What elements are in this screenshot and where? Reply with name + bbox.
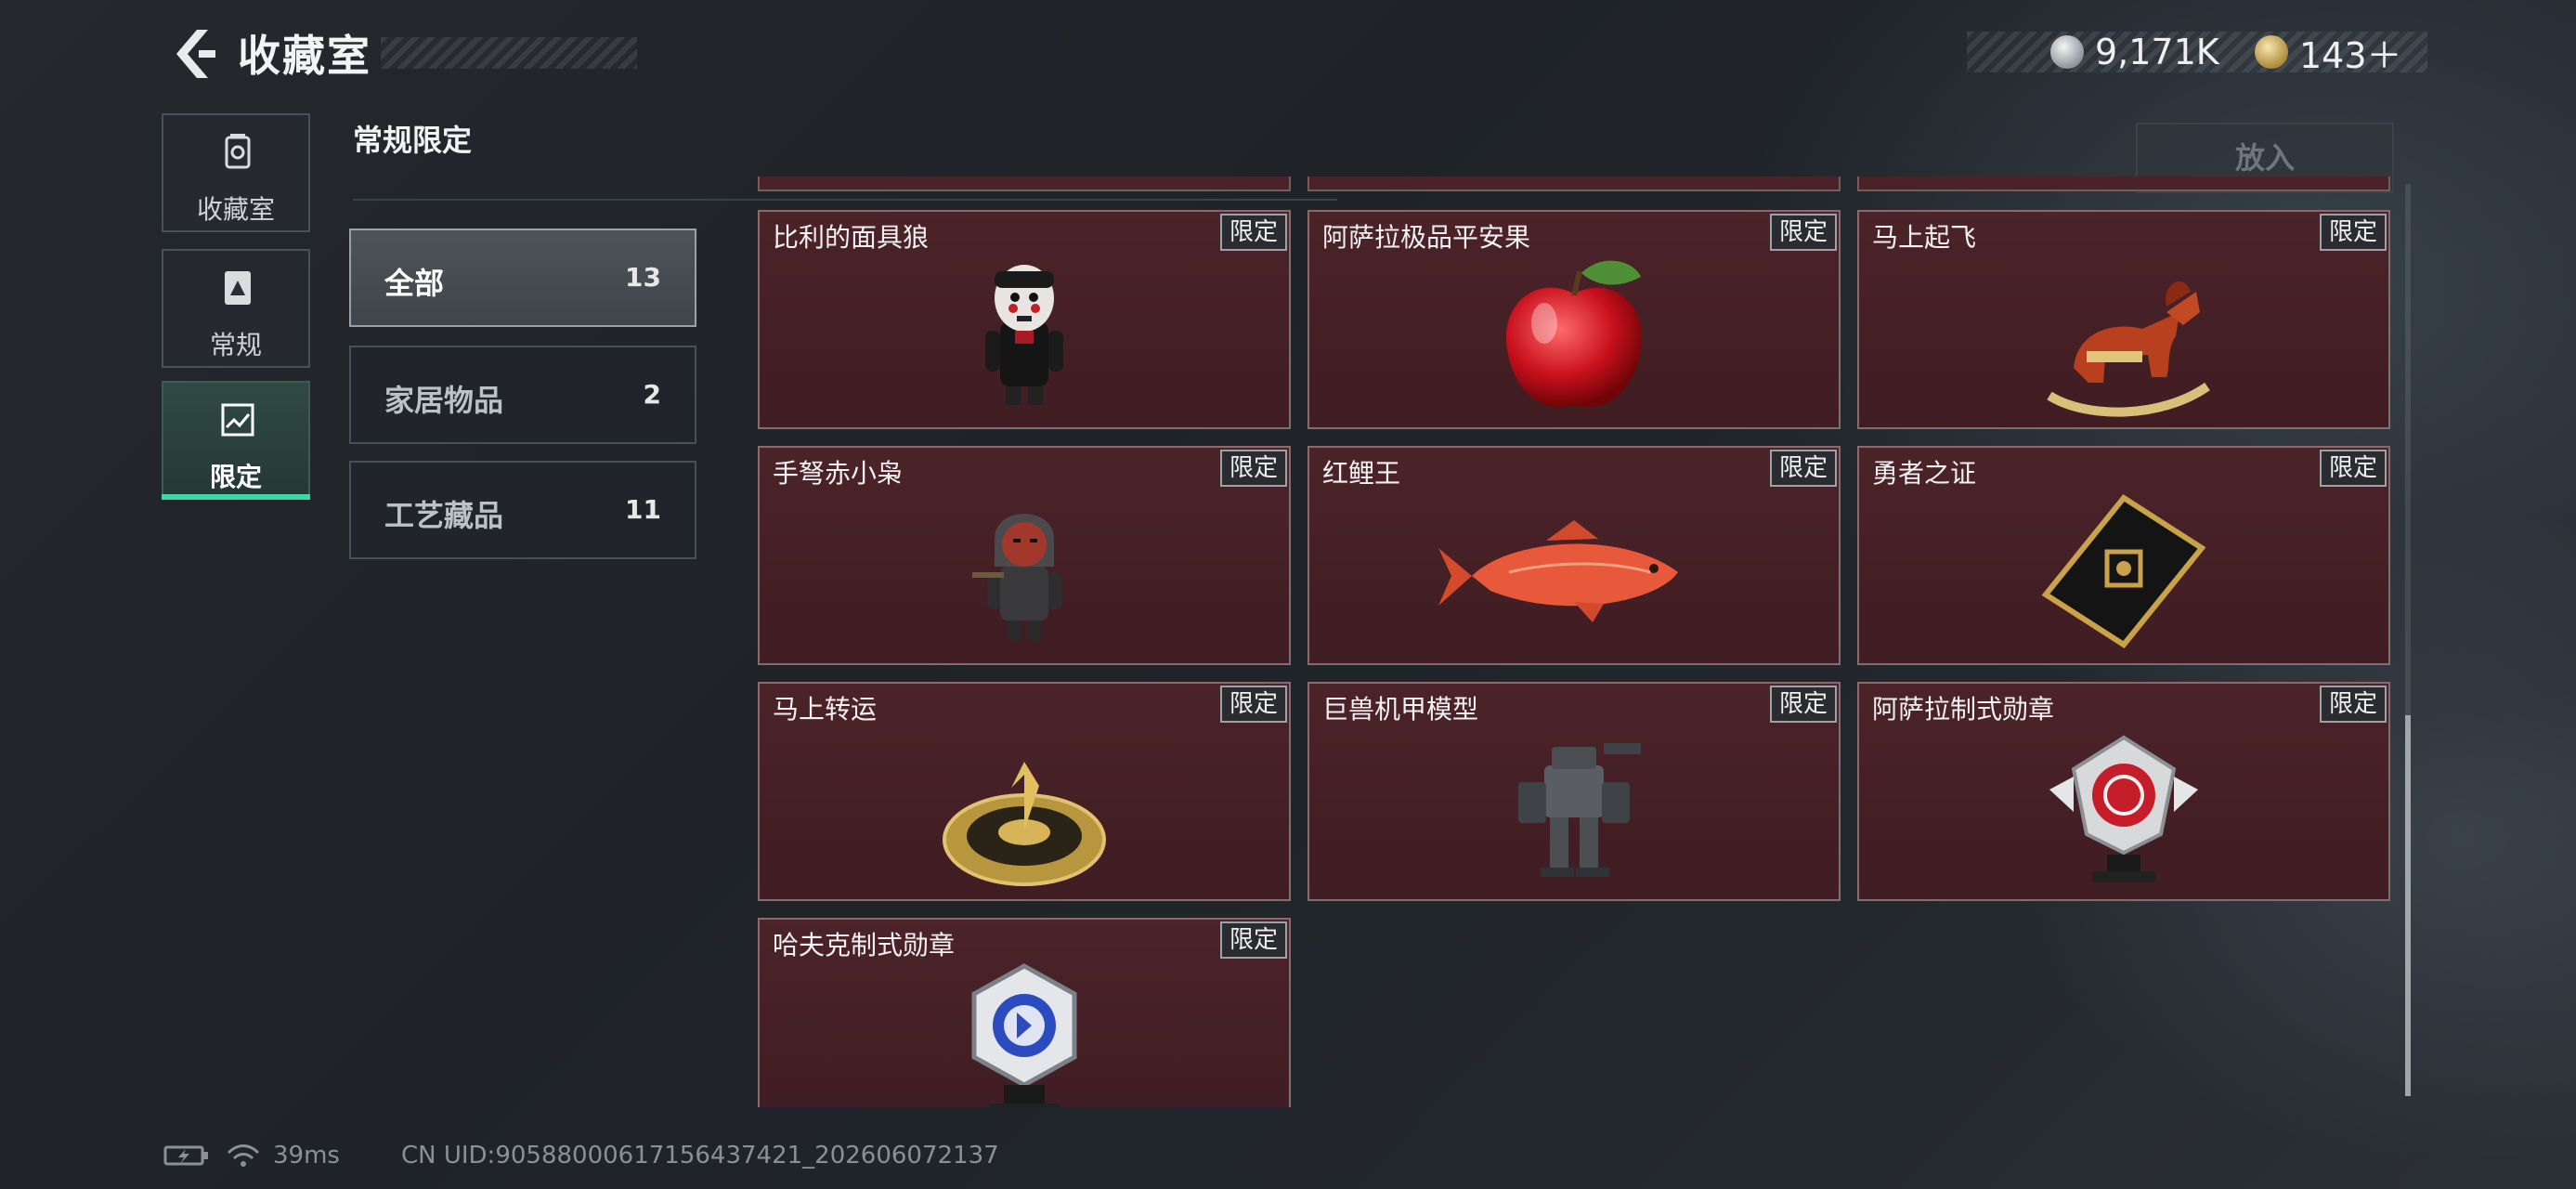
jigsaw-puppet-figure-icon	[985, 265, 1063, 405]
nav-label: 收藏室	[196, 194, 275, 225]
limited-badge: 限定	[2320, 214, 2387, 251]
item-name: 马上起飞	[1872, 222, 1977, 253]
silver-coin-icon	[2050, 35, 2084, 69]
winged-medal-icon	[2049, 735, 2198, 882]
limited-badge: 限定	[1770, 686, 1837, 723]
limited-badge: 限定	[1220, 450, 1287, 487]
ping-value: 39ms	[273, 1142, 340, 1169]
category-all[interactable]: 全部 13	[349, 229, 696, 327]
limited-badge: 限定	[2320, 450, 2387, 487]
back-button[interactable]	[160, 24, 219, 84]
item-card-fortune-disc[interactable]: 马上转运 限定	[758, 682, 1291, 901]
item-name: 马上转运	[773, 694, 878, 725]
currency-gold[interactable]: 143＋	[2255, 28, 2402, 76]
item-card-rocking-horse[interactable]: 马上起飞 限定	[1857, 210, 2390, 429]
currency-silver[interactable]: 9,171K	[2050, 28, 2219, 76]
nav-item-limited[interactable]: 限定	[162, 381, 310, 500]
category-name: 全部	[384, 266, 445, 301]
category-count: 2	[643, 379, 661, 410]
user-uid: CN UID:90588000617156437421_202606072137	[400, 1142, 999, 1169]
limited-badge: 限定	[1770, 214, 1837, 251]
item-name: 手弩赤小枭	[773, 458, 904, 489]
document-icon	[225, 271, 251, 305]
page-title: 收藏室	[238, 31, 371, 81]
item-card-billy-mask[interactable]: 比利的面具狼 限定	[758, 210, 1291, 429]
item-card-apple[interactable]: 阿萨拉极品平安果 限定	[1308, 210, 1841, 429]
item-card-mech-model[interactable]: 巨兽机甲模型 限定	[1308, 682, 1841, 901]
back-arrow-icon	[176, 30, 215, 78]
rocking-horse-icon	[2047, 281, 2210, 417]
limited-badge: 限定	[1770, 450, 1837, 487]
item-name: 红鲤王	[1322, 458, 1401, 489]
nav-item-regular[interactable]: 常规	[162, 249, 310, 368]
item-card-brave-proof[interactable]: 勇者之证 限定	[1857, 446, 2390, 665]
red-apple-icon	[1505, 260, 1643, 408]
hooded-crossbow-figure-icon	[972, 514, 1061, 641]
category-count: 11	[625, 494, 661, 525]
limited-badge: 限定	[1220, 214, 1287, 251]
red-carp-fish-icon	[1438, 520, 1678, 622]
title-decoration	[381, 37, 637, 69]
limited-badge: 限定	[2320, 686, 2387, 723]
nav-active-indicator	[162, 494, 310, 500]
nav-label: 常规	[209, 330, 262, 360]
category-name: 工艺藏品	[384, 498, 504, 533]
nav-label: 限定	[209, 462, 262, 492]
card-row-stub	[1857, 176, 2390, 191]
limited-badge: 限定	[1220, 686, 1287, 723]
limited-badge: 限定	[1220, 921, 1287, 959]
gold-coin-amount: 143＋	[2299, 34, 2402, 76]
mech-robot-model-icon	[1518, 743, 1641, 877]
item-card-asala-medal[interactable]: 阿萨拉制式勋章 限定	[1857, 682, 2390, 901]
category-name: 家居物品	[384, 383, 504, 418]
category-home-items[interactable]: 家居物品 2	[349, 346, 696, 444]
category-count: 13	[625, 262, 661, 293]
item-name: 勇者之证	[1872, 458, 1977, 489]
silver-coin-amount: 9,171K	[2095, 32, 2219, 72]
card-row-stub	[1308, 176, 1841, 191]
limited-frame-icon	[221, 403, 254, 437]
item-card-crossbow-owl[interactable]: 手弩赤小枭 限定	[758, 446, 1291, 665]
category-crafts[interactable]: 工艺藏品 11	[349, 461, 696, 559]
nav-item-vault[interactable]: 收藏室	[162, 113, 310, 232]
battery-icon	[163, 1145, 208, 1166]
vault-icon	[225, 134, 251, 169]
wifi-icon	[227, 1144, 260, 1167]
item-card-haavk-medal[interactable]: 哈夫克制式勋章 限定	[758, 918, 1291, 1107]
hexagon-blue-medal-icon	[971, 963, 1077, 1107]
item-card-red-carp[interactable]: 红鲤王 限定	[1308, 446, 1841, 665]
golden-horse-disc-icon	[943, 762, 1106, 886]
grid-scroll-thumb[interactable]	[2405, 715, 2411, 1096]
status-footer: 39ms CN UID:90588000617156437421_2026060…	[163, 1139, 999, 1172]
section-title: 常规限定	[353, 123, 473, 158]
gold-coin-icon	[2255, 35, 2288, 69]
card-row-stub	[758, 176, 1291, 191]
item-grid[interactable]: 比利的面具狼 限定 阿萨拉极品平安果 限定 马上起飞 限定 手弩赤小枭 限定 红…	[758, 176, 2392, 1107]
black-gold-card-icon	[2041, 494, 2206, 648]
